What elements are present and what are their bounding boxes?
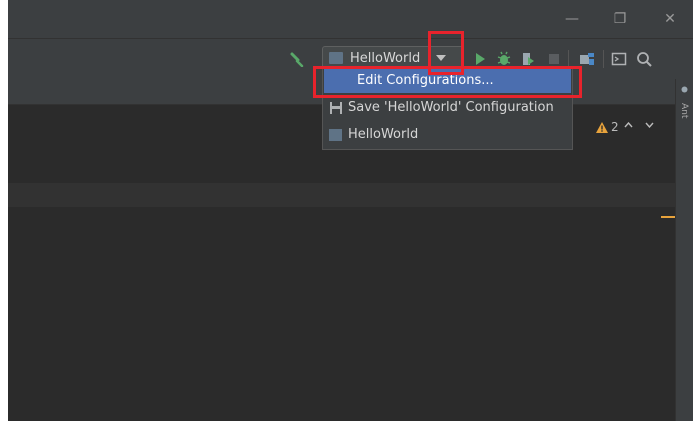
minimize-icon: — [565, 11, 579, 27]
debug-button[interactable] [494, 49, 514, 69]
project-structure-button[interactable] [577, 49, 597, 69]
hammer-icon [290, 52, 304, 67]
close-button[interactable]: ✕ [647, 0, 693, 38]
menu-item-save-configuration[interactable]: Save 'HelloWorld' Configuration [324, 96, 571, 120]
chevron-down-icon [645, 122, 654, 129]
stop-button[interactable] [544, 49, 564, 69]
debug-icon [497, 51, 511, 65]
search-icon [637, 52, 652, 67]
title-bar: — ❐ ✕ [8, 0, 693, 38]
search-button[interactable] [634, 49, 654, 69]
ant-icon [681, 86, 688, 93]
close-icon: ✕ [664, 11, 676, 27]
inspection-widget[interactable]: 2 [596, 118, 619, 136]
restore-icon: ❐ [613, 11, 627, 27]
previous-highlight-button[interactable] [624, 118, 633, 131]
minimize-button[interactable]: — [549, 0, 595, 38]
run-configuration-label: HelloWorld [350, 51, 421, 66]
run-config-icon [329, 52, 343, 64]
warning-count: 2 [611, 120, 619, 134]
build-button[interactable] [287, 49, 307, 69]
coverage-icon [523, 53, 534, 65]
restore-button[interactable]: ❐ [597, 0, 643, 38]
ant-tool-window-button[interactable]: Ant [679, 103, 689, 118]
stop-icon [549, 54, 559, 64]
caret-line-highlight [8, 183, 675, 207]
project-structure-icon [580, 53, 594, 65]
warning-stripe-mark[interactable] [661, 216, 675, 218]
chevron-up-icon [624, 121, 633, 128]
next-highlight-button[interactable] [645, 118, 654, 131]
toolbar-separator [568, 50, 569, 68]
run-icon [476, 53, 485, 65]
ide-window: — ❐ ✕ HelloWorld 2 Ant Edit Configuratio… [8, 0, 693, 421]
menu-item-helloworld[interactable]: HelloWorld [324, 123, 571, 147]
run-config-icon [329, 129, 342, 141]
coverage-button[interactable] [518, 49, 538, 69]
terminal-icon [611, 52, 627, 66]
terminal-button[interactable] [609, 49, 629, 69]
save-icon [330, 102, 342, 114]
toolbar-separator [603, 50, 604, 68]
chevron-down-icon[interactable] [436, 55, 446, 61]
run-button[interactable] [470, 49, 490, 69]
menu-item-edit-configurations[interactable]: Edit Configurations... [324, 69, 571, 93]
run-configuration-popup: Edit Configurations... Save 'HelloWorld'… [322, 67, 573, 150]
right-tool-strip: Ant [675, 79, 693, 421]
warning-icon [596, 121, 608, 133]
